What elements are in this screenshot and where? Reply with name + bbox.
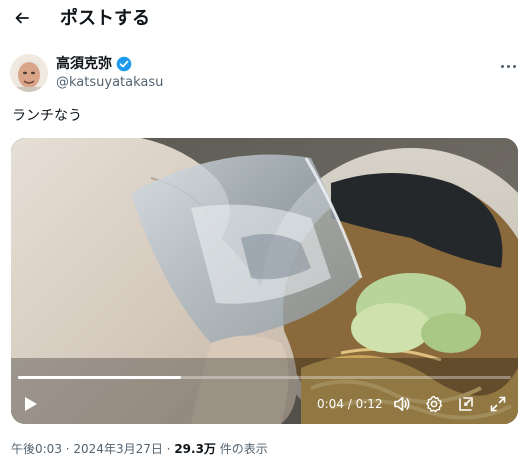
volume-icon — [394, 397, 410, 411]
author-name[interactable]: 高須克弥 — [56, 55, 112, 73]
back-button[interactable] — [10, 6, 34, 30]
verified-badge-icon — [116, 56, 132, 72]
avatar-image — [10, 54, 48, 92]
video-time: 0:04 / 0:12 — [317, 396, 383, 412]
post-metadata: 午後0:03 · 2024年3月27日 · 29.3万 件の表示 — [11, 441, 268, 457]
more-options-button[interactable] — [498, 58, 518, 74]
meta-separator: · — [162, 442, 175, 456]
view-count-label: 件の表示 — [215, 442, 268, 456]
play-icon — [25, 397, 37, 411]
post-time[interactable]: 午後0:03 — [11, 442, 62, 456]
settings-button[interactable] — [423, 393, 445, 415]
more-dot-icon — [512, 64, 516, 68]
video-progress-fill — [18, 376, 181, 379]
post-text: ランチなう — [12, 108, 82, 124]
elapsed-time: 0:04 — [317, 397, 344, 411]
total-duration: 0:12 — [355, 397, 383, 411]
settings-icon — [426, 395, 443, 413]
page-title: ポストする — [60, 8, 150, 29]
volume-button[interactable] — [391, 393, 413, 415]
video-player[interactable]: 0:04 / 0:12 — [11, 138, 518, 424]
play-button[interactable] — [19, 393, 43, 415]
picture-in-picture-button[interactable] — [455, 393, 477, 415]
picture-in-picture-icon — [459, 397, 473, 411]
author-handle[interactable]: @katsuyatakasu — [56, 75, 163, 91]
arrow-left-icon — [15, 12, 29, 24]
time-separator: / — [343, 397, 356, 411]
video-frame — [11, 138, 518, 424]
view-count: 29.3万 — [174, 442, 216, 456]
more-dot-icon — [500, 64, 504, 68]
video-progress-bar[interactable] — [18, 376, 511, 379]
meta-separator: · — [61, 442, 74, 456]
fullscreen-button[interactable] — [487, 393, 509, 415]
top-bar: ポストする — [0, 0, 532, 40]
post-date[interactable]: 2024年3月27日 — [73, 442, 162, 456]
fullscreen-icon — [490, 396, 506, 412]
avatar[interactable] — [10, 54, 48, 92]
more-dot-icon — [506, 64, 510, 68]
author-row: 高須克弥 — [56, 55, 132, 73]
